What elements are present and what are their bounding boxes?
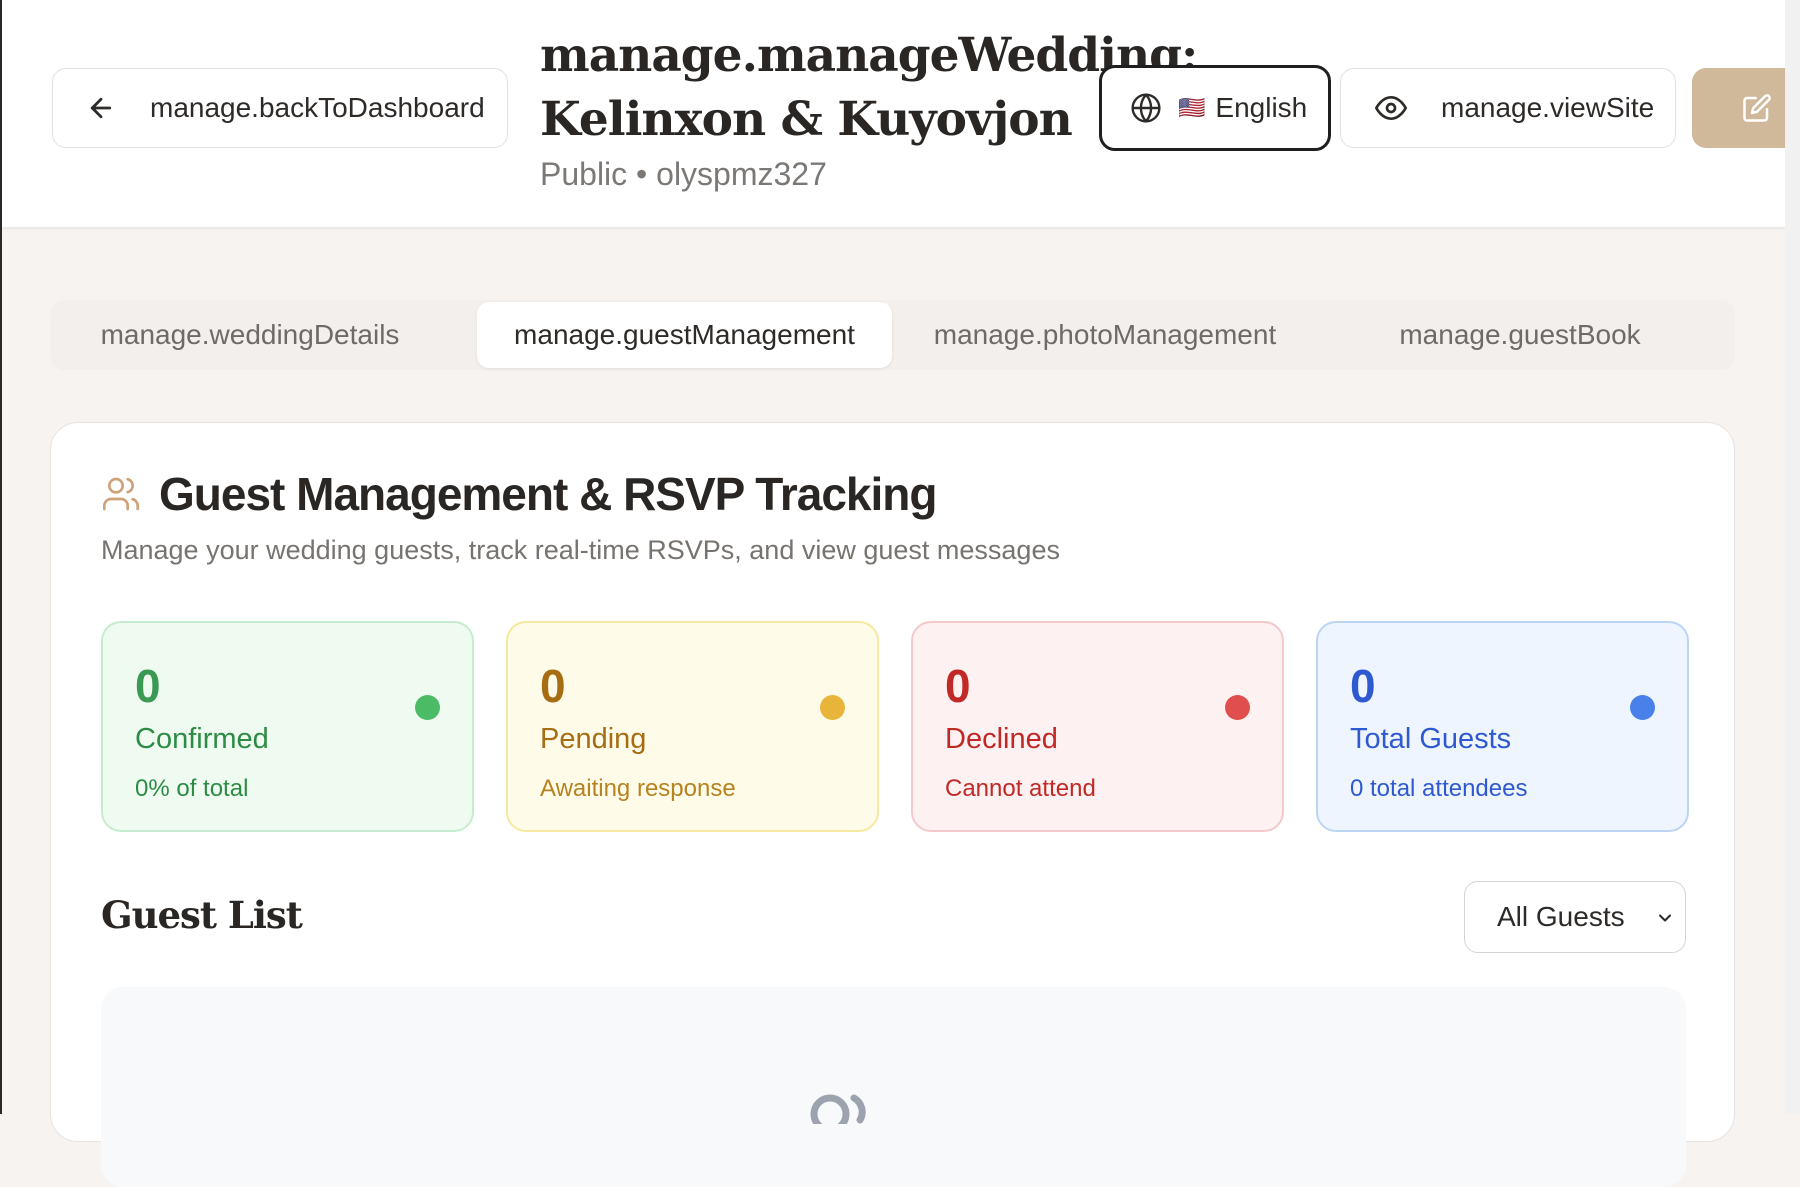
users-empty-icon — [810, 1094, 866, 1124]
declined-subtext: Cannot attend — [945, 775, 1096, 802]
pending-count: 0 — [540, 660, 566, 712]
guest-list-title: Guest List — [101, 893, 303, 937]
globe-icon — [1131, 93, 1161, 123]
wedding-visibility-slug: Public • olyspmz327 — [540, 156, 827, 192]
view-site-label: manage.viewSite — [1441, 92, 1655, 123]
guest-list-empty-state — [101, 987, 1686, 1187]
pending-label: Pending — [540, 723, 647, 755]
declined-label: Declined — [945, 723, 1058, 755]
guest-filter-value: All Guests — [1497, 901, 1625, 932]
confirmed-count: 0 — [135, 660, 161, 712]
confirmed-label: Confirmed — [135, 723, 269, 755]
pending-stat-card: 0 Pending Awaiting response — [506, 621, 879, 832]
arrow-left-icon — [90, 97, 112, 119]
total-guests-stat-card: 0 Total Guests 0 total attendees — [1316, 621, 1689, 832]
guest-management-card: Guest Management & RSVP Tracking Manage … — [50, 422, 1735, 1187]
tab-wedding-details[interactable]: manage.weddingDetails — [50, 302, 450, 368]
edit-icon — [1743, 94, 1771, 122]
total-guests-count: 0 — [1350, 660, 1376, 712]
back-to-dashboard-label: manage.backToDashboard — [150, 92, 485, 123]
declined-count: 0 — [945, 660, 971, 712]
view-site-button[interactable]: manage.viewSite — [1340, 68, 1676, 148]
scrollbar-track[interactable] — [1785, 0, 1800, 1114]
edit-button[interactable] — [1692, 68, 1787, 148]
declined-status-dot — [1225, 695, 1250, 720]
language-switcher-button[interactable]: 🇺🇸 English — [1099, 65, 1331, 151]
confirmed-subtext: 0% of total — [135, 775, 249, 802]
language-label: English — [1215, 92, 1308, 123]
total-guests-label: Total Guests — [1350, 723, 1512, 755]
declined-stat-card: 0 Declined Cannot attend — [911, 621, 1284, 832]
section-title: Guest Management & RSVP Tracking — [159, 468, 937, 520]
tab-photo-management[interactable]: manage.photoManagement — [905, 302, 1305, 368]
section-description: Manage your wedding guests, track real-t… — [101, 535, 1060, 565]
back-to-dashboard-button[interactable]: manage.backToDashboard — [52, 68, 508, 148]
page-header: manage.backToDashboard manage.manageWedd… — [2, 0, 1787, 227]
tab-guest-book[interactable]: manage.guestBook — [1320, 302, 1720, 368]
total-guests-subtext: 0 total attendees — [1350, 775, 1528, 802]
chevron-down-icon — [1659, 914, 1671, 922]
confirmed-status-dot — [415, 695, 440, 720]
total-guests-status-dot — [1630, 695, 1655, 720]
confirmed-stat-card: 0 Confirmed 0% of total — [101, 621, 474, 832]
section-header: Guest Management & RSVP Tracking — [101, 467, 937, 521]
guest-filter-select[interactable]: All Guests — [1464, 881, 1686, 953]
eye-icon — [1375, 96, 1407, 120]
pending-status-dot — [820, 695, 845, 720]
tab-guest-management[interactable]: manage.guestManagement — [477, 302, 892, 368]
manage-tabs: manage.weddingDetails manage.guestManage… — [50, 300, 1735, 370]
users-icon — [103, 477, 140, 511]
pending-subtext: Awaiting response — [540, 775, 736, 802]
us-flag-icon: 🇺🇸 — [1178, 95, 1206, 120]
